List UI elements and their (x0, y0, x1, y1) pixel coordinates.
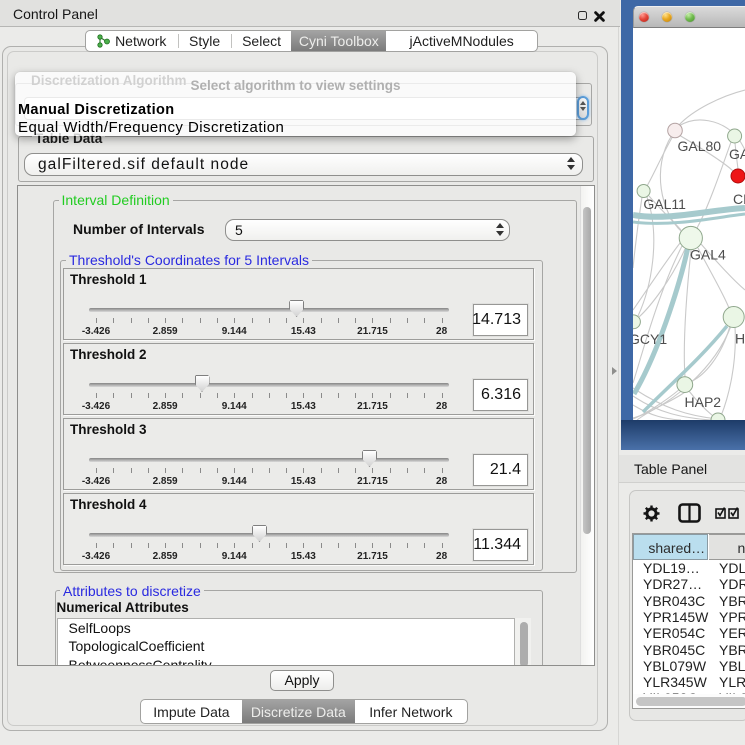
svg-text:GAL4: GAL4 (690, 247, 726, 263)
svg-text:GAL11: GAL11 (643, 196, 686, 212)
svg-text:HAP2: HAP2 (685, 394, 722, 410)
svg-text:HI: HI (735, 331, 745, 347)
svg-text:CD: CD (733, 191, 745, 207)
svg-text:GCY1: GCY1 (633, 331, 667, 347)
svg-text:GAL80: GAL80 (678, 138, 722, 154)
svg-text:GA: GA (729, 146, 745, 162)
